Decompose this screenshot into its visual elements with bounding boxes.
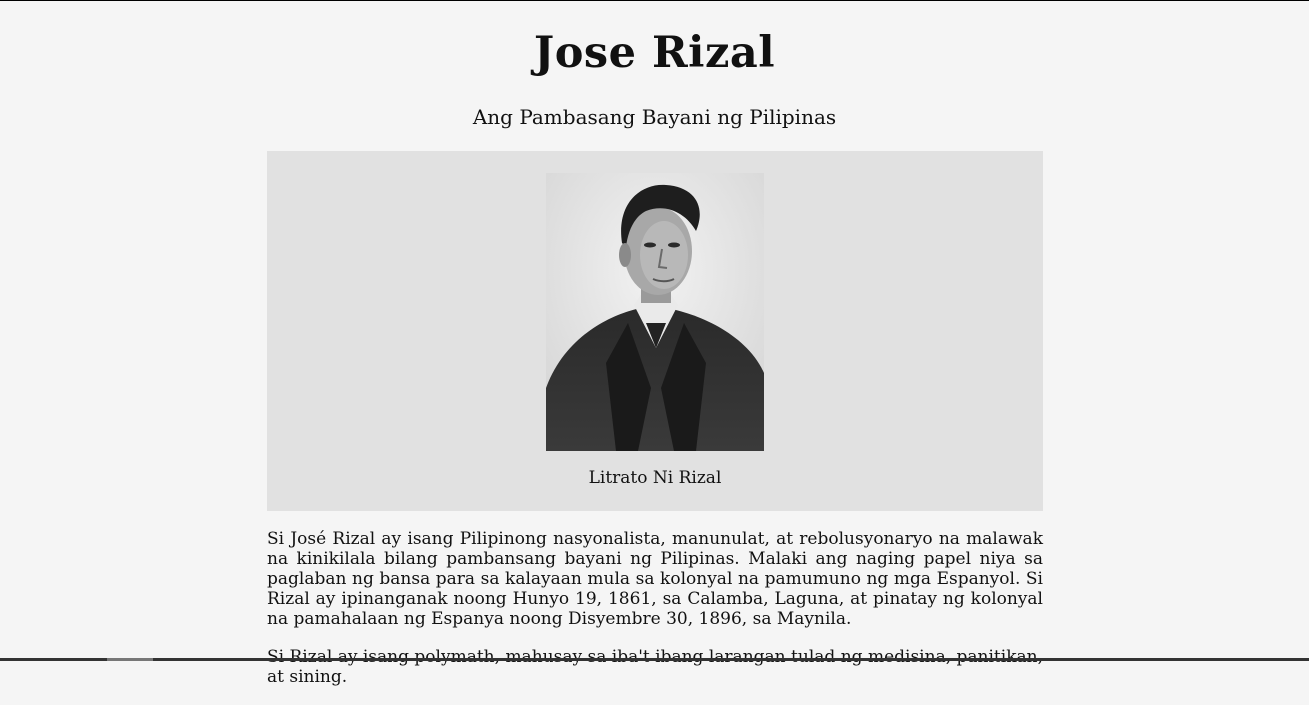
- portrait-image: [546, 173, 764, 451]
- paragraph: Si José Rizal ay isang Pilipinong nasyon…: [267, 529, 1043, 629]
- portrait-photo-icon: [546, 173, 764, 451]
- page-title: Jose Rizal: [533, 28, 776, 78]
- figure-caption: Litrato Ni Rizal: [588, 468, 722, 488]
- paragraph: Si Rizal ay isang polymath, mahusay sa i…: [267, 647, 1043, 687]
- window-top-border: [0, 0, 1309, 1]
- article-body: Si José Rizal ay isang Pilipinong nasyon…: [267, 529, 1043, 705]
- page-subtitle: Ang Pambasang Bayani ng Pilipinas: [472, 105, 837, 129]
- portrait-figure: Litrato Ni Rizal: [267, 151, 1043, 511]
